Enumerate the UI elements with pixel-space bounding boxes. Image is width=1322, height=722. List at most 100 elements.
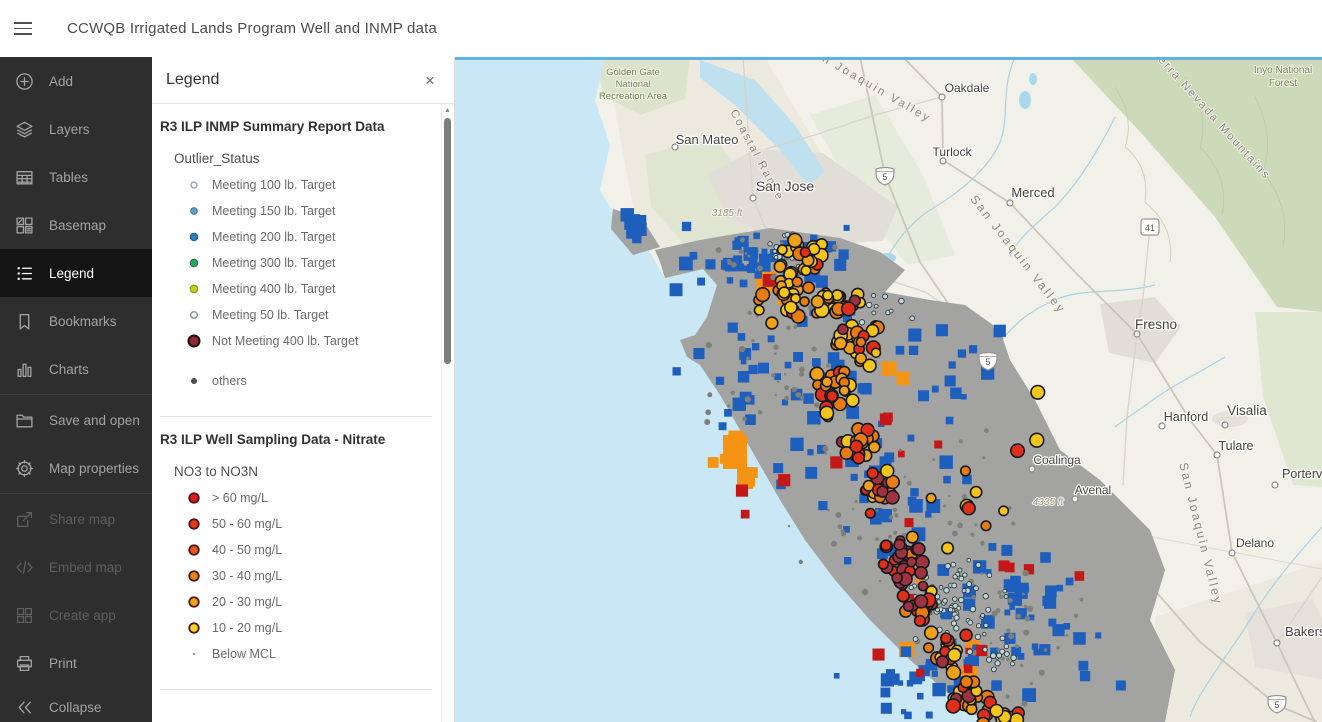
sidebar-item-tables[interactable]: Tables xyxy=(0,153,152,201)
legend-section-divider xyxy=(160,416,432,417)
legend-swatch-circle xyxy=(186,594,202,610)
bookmark-icon xyxy=(15,312,34,331)
legend-item-label: Below MCL xyxy=(212,647,276,661)
legend-field-name: Outlier_Status xyxy=(174,151,442,166)
legend-swatch-circle xyxy=(186,620,202,636)
sidebar: Add Layers Tables BasemapLegendBookmarks Cha… xyxy=(0,57,152,722)
sidebar-divider xyxy=(0,394,152,395)
legend-item-label: Meeting 300 lb. Target xyxy=(212,256,335,270)
city-label: Merced xyxy=(1011,185,1054,200)
sidebar-item-label: Tables xyxy=(49,170,88,185)
sidebar-item-legend[interactable]: Legend xyxy=(0,249,152,297)
legend-item: Meeting 200 lb. Target xyxy=(186,224,442,250)
sidebar-item-print[interactable]: Print xyxy=(0,639,152,687)
city-label: Hanford xyxy=(1164,410,1209,424)
city-label: Bakersfield xyxy=(1285,624,1322,639)
city-dot xyxy=(1274,640,1280,646)
legend-layer-title: R3 ILP Well Sampling Data - Nitrate xyxy=(160,432,442,447)
app-window: CCWQB Irrigated Lands Program Well and I… xyxy=(0,0,1322,722)
sidebar-item-label: Add xyxy=(49,74,73,89)
legend-swatch-circle xyxy=(186,307,202,323)
legend-swatch-circle xyxy=(186,646,202,662)
charts-icon xyxy=(15,360,34,379)
hamburger-menu-icon[interactable] xyxy=(0,1,46,57)
svg-text:41: 41 xyxy=(1145,223,1155,233)
svg-text:5: 5 xyxy=(1274,700,1279,710)
sidebar-item-label: Print xyxy=(49,656,77,671)
legend-item: 50 - 60 mg/L xyxy=(186,511,442,537)
basemap-icon xyxy=(15,216,34,235)
legend-item-label: 20 - 30 mg/L xyxy=(212,595,282,609)
close-icon[interactable]: × xyxy=(416,67,444,95)
gear-icon xyxy=(15,459,34,478)
legend-item: Meeting 50 lb. Target xyxy=(186,302,442,328)
legend-item-label: Meeting 200 lb. Target xyxy=(212,230,335,244)
map-top-edge xyxy=(455,57,1322,60)
legend-field-name: NO3 to NO3N xyxy=(174,464,442,479)
legend-panel: Legend × R3 ILP INMP Summary Report Data… xyxy=(152,57,455,722)
create-app-icon xyxy=(15,606,34,625)
sidebar-item-embed-map: Embed map xyxy=(0,543,152,591)
embed-icon xyxy=(15,558,34,577)
map-area-label: 4335 ft xyxy=(1033,497,1065,508)
city-dot xyxy=(1229,550,1235,556)
legend-item-label: 10 - 20 mg/L xyxy=(212,621,282,635)
sidebar-item-basemap[interactable]: Basemap xyxy=(0,201,152,249)
map-area-label: 3185 ft xyxy=(712,208,744,219)
svg-text:5: 5 xyxy=(985,357,990,367)
app-header: CCWQB Irrigated Lands Program Well and I… xyxy=(0,0,1322,58)
sidebar-item-label: Collapse xyxy=(49,700,102,715)
legend-swatch-circle xyxy=(186,333,202,349)
sidebar-item-bookmarks[interactable]: Bookmarks xyxy=(0,297,152,345)
legend-swatch-circle xyxy=(186,229,202,245)
scrollbar-thumb[interactable] xyxy=(444,118,451,364)
legend-item-label: Not Meeting 400 lb. Target xyxy=(212,334,358,348)
sidebar-item-collapse[interactable]: Collapse xyxy=(0,683,152,722)
legend-item: 40 - 50 mg/L xyxy=(186,537,442,563)
scrollbar-up-arrow[interactable]: ▲ xyxy=(442,107,453,114)
legend-item-label: 50 - 60 mg/L xyxy=(212,517,282,531)
legend-swatch-circle xyxy=(186,373,202,389)
panel-title: Legend xyxy=(166,71,219,89)
legend-layer-title: R3 ILP INMP Summary Report Data xyxy=(160,119,442,134)
sidebar-item-map-properties[interactable]: Map properties xyxy=(0,444,152,492)
legend-item-label: Meeting 150 lb. Target xyxy=(212,204,335,218)
tables-icon xyxy=(15,168,34,187)
sidebar-item-layers[interactable]: Layers xyxy=(0,105,152,153)
sidebar-item-create-app: Create app xyxy=(0,591,152,639)
sidebar-item-charts[interactable]: Charts xyxy=(0,345,152,393)
legend-item-label: others xyxy=(212,374,247,388)
legend-swatch-circle xyxy=(186,516,202,532)
city-label: Visalia xyxy=(1227,403,1267,418)
city-label: Tulare xyxy=(1219,439,1254,453)
legend-item: Meeting 300 lb. Target xyxy=(186,250,442,276)
add-icon xyxy=(15,72,34,91)
sidebar-item-label: Charts xyxy=(49,362,89,377)
legend-swatch-circle xyxy=(186,255,202,271)
legend-panel-header: Legend × xyxy=(152,57,454,104)
panel-scrollbar[interactable]: ▲ xyxy=(441,104,453,722)
print-icon xyxy=(15,654,34,673)
legend-swatch-circle xyxy=(186,177,202,193)
city-label: San Mateo xyxy=(676,132,739,147)
collapse-icon xyxy=(15,698,34,717)
sidebar-item-save-and-open[interactable]: Save and open xyxy=(0,396,152,444)
highway-41-shield: 41 xyxy=(1141,219,1159,235)
legend-item-label: Meeting 400 lb. Target xyxy=(212,282,335,296)
city-label: Avenal xyxy=(1075,483,1111,497)
city-label: Delano xyxy=(1236,536,1274,550)
sidebar-item-share-map: Share map xyxy=(0,495,152,543)
legend-item: Not Meeting 400 lb. Target xyxy=(186,328,442,354)
sidebar-item-label: Save and open xyxy=(49,413,140,428)
city-dot xyxy=(1007,200,1013,206)
sidebar-item-add[interactable]: Add xyxy=(0,57,152,105)
legend-item: Meeting 150 lb. Target xyxy=(186,198,442,224)
legend-item: Meeting 400 lb. Target xyxy=(186,276,442,302)
legend-item-label: Meeting 100 lb. Target xyxy=(212,178,335,192)
app-title: CCWQB Irrigated Lands Program Well and I… xyxy=(67,20,437,37)
legend-item: others xyxy=(186,368,442,394)
sidebar-item-label: Layers xyxy=(49,122,90,137)
share-icon xyxy=(15,510,34,529)
map-canvas[interactable]: 55541 Golden GateNationalRecreation Area… xyxy=(455,57,1322,722)
sidebar-divider xyxy=(0,493,152,494)
